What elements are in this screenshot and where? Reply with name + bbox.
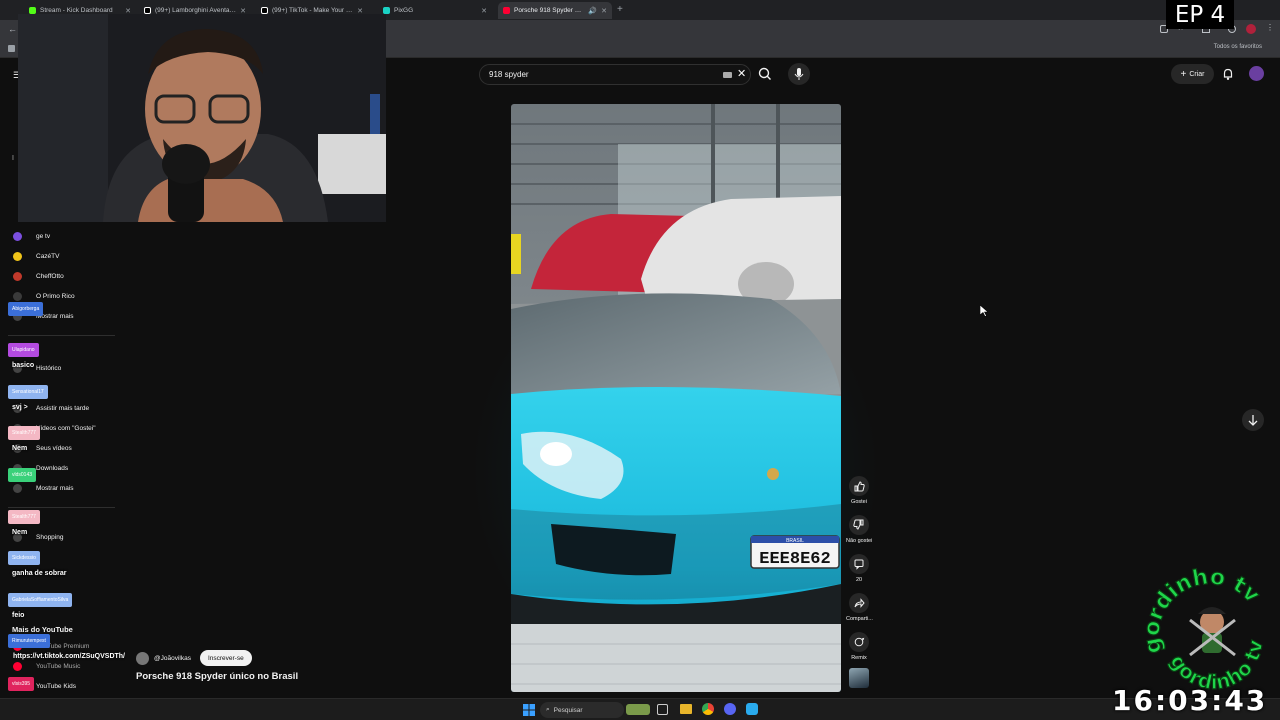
search-icon [758,67,771,80]
chat-message-link[interactable]: https://vt.tiktok.com/ZSuQVSDTh/ [13,653,125,660]
remix-button[interactable]: Remix [846,632,872,661]
channel-avatar [13,232,22,241]
thumbs-down-icon [853,519,864,530]
discord-icon[interactable] [724,703,736,715]
telegram-icon[interactable] [746,703,758,715]
chat-username: Ulapidano [8,343,39,357]
back-icon[interactable]: ← [8,24,17,34]
chat-username: Sensational17 [8,385,48,399]
arrow-down-icon [1248,415,1258,426]
webcam-overlay [18,14,386,222]
chat-username: vlsis395 [8,677,35,691]
sidebar-divider [8,335,115,336]
subscribe-button[interactable]: Inscrever-se [199,650,252,666]
close-tab-icon[interactable]: ✕ [601,7,607,15]
episode-badge: EP 4 [1166,0,1234,29]
video-title: Porsche 918 Spyder único no Brasil [136,671,299,682]
shorts-video-player[interactable]: BRASIL EEE8E62 [511,104,841,692]
taskbar-search[interactable]: ⌕ Pesquisar [540,702,624,718]
kick-icon [29,7,36,14]
apps-icon[interactable] [8,45,15,52]
bell-icon [1223,68,1233,80]
notifications-button[interactable] [1221,67,1235,81]
microphone-icon [794,68,804,80]
chat-username: Stealth777 [8,426,40,440]
youtube-music-icon [13,662,22,671]
chat-username: GabrielaSoffiamentoSilva [8,593,73,607]
chat-message: svj > [12,404,28,411]
plus-icon: + [1180,68,1187,80]
comment-icon [854,559,864,570]
speaker-icon[interactable]: 🔊 [588,7,597,15]
all-bookmarks-link[interactable]: Todos os favoritos [1214,44,1262,50]
share-button[interactable]: Comparti... [846,593,873,622]
new-tab-button[interactable]: + [617,4,623,15]
search-query: 918 spyder [489,70,529,79]
channel-avatar [13,252,22,261]
section-inscricoes-letter: I [12,155,14,162]
chat-username: vlds0143 [8,468,37,482]
clear-search-icon[interactable]: ✕ [737,67,746,80]
comments-button[interactable]: 20 [846,554,872,583]
sidebar-divider [8,507,115,508]
remix-icon [854,637,865,647]
channel-avatar [13,292,22,301]
section-heading-mais-do-youtube: Mais do YouTube [12,625,73,634]
file-explorer-icon[interactable] [680,704,692,714]
widgets-icon[interactable] [626,704,650,715]
search-icon: ⌕ [546,706,550,713]
chat-username: Sickdessio [8,551,40,565]
chat-message: Nem [12,445,28,452]
search-button[interactable] [753,63,777,85]
close-tab-icon[interactable]: ✕ [481,7,487,15]
thumbs-up-icon [854,481,865,492]
windows-taskbar: ⌕ Pesquisar [0,698,1280,720]
account-avatar[interactable] [1249,66,1264,81]
pixgg-icon [383,7,390,14]
chrome-icon[interactable] [702,703,714,715]
youtube-icon [503,7,510,14]
keyboard-icon[interactable] [723,72,732,78]
next-video-button[interactable] [1242,409,1264,431]
plate-country: BRASIL [786,538,804,544]
dislike-button[interactable]: Não gostei [846,515,872,544]
mouse-cursor-icon [979,304,989,322]
profile-avatar[interactable] [1246,24,1256,34]
chat-username: Stealth777 [8,510,40,524]
search-input[interactable]: 918 spyder ✕ [479,64,751,85]
chat-username: Abigorberga [8,302,44,316]
tab-pixgg[interactable]: PixGG ✕ [378,2,492,19]
tiktok-icon [144,7,151,14]
voice-search-button[interactable] [788,63,810,85]
windows-start-icon[interactable] [523,704,535,716]
create-button[interactable]: + Criar [1171,64,1214,84]
like-button[interactable]: Gostei [846,476,872,505]
channel-row: @Joãovilkas Inscrever-se [136,649,252,667]
menu-kebab-icon[interactable]: ⋮ [1266,23,1274,32]
chat-message: Nem [12,529,28,536]
channel-avatar [13,272,22,281]
share-icon [854,598,865,608]
chat-message: basico [12,362,35,369]
channel-name[interactable]: @Joãovilkas [154,655,191,662]
chat-username: Rimurutempest [8,634,50,648]
task-view-icon[interactable] [657,704,668,715]
tiktok-icon [261,7,268,14]
audio-thumbnail[interactable] [849,668,869,688]
license-plate: EEE8E62 [759,550,830,569]
chat-message: ganha de sobrar [12,570,67,577]
gordinho-tv-logo: gordinho tv gordinho tv [1139,560,1280,700]
chevron-down-icon [13,484,22,493]
tab-youtube-porsche[interactable]: Porsche 918 Spyder único n 🔊 ✕ [498,2,612,19]
channel-avatar[interactable] [136,651,149,665]
chat-message: feio [12,612,25,619]
